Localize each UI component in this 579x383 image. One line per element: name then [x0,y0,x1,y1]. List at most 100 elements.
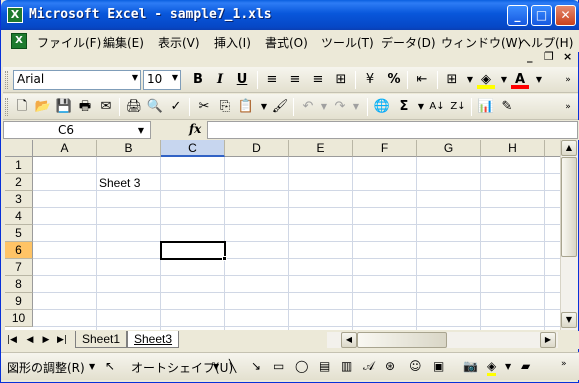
menu-help[interactable]: ヘルプ(H) [519,34,573,51]
name-box[interactable]: C6 ▼ [3,121,151,139]
first-sheet-icon[interactable]: |◀ [5,333,19,347]
scroll-down-icon[interactable]: ▼ [561,312,577,328]
line-icon[interactable]: ╲ [229,359,236,373]
email-icon[interactable]: ✉ [97,98,115,116]
column-header-a[interactable]: A [33,140,97,157]
save-icon[interactable]: 💾 [55,98,73,116]
title-bar[interactable]: X Microsoft Excel - sample7_1.xls _ □ ✕ [1,0,579,30]
format-painter-icon[interactable]: 🖌 [271,98,289,116]
bold-button[interactable]: B [189,71,207,89]
spelling-icon[interactable]: ✓ [167,98,185,116]
row-header-3[interactable]: 3 [5,191,33,208]
row-header-6[interactable]: 6 [5,242,33,259]
toolbar-grip[interactable] [5,71,8,89]
menu-window[interactable]: ウィンドウ(W) [441,34,522,51]
align-left-icon[interactable]: ≡ [263,71,281,89]
align-center-icon[interactable]: ≡ [286,71,304,89]
font-color-button[interactable]: A [511,71,529,89]
chevron-down-icon[interactable]: ▼ [89,362,95,371]
italic-button[interactable]: I [211,71,229,89]
text-box-icon[interactable]: ▤ [319,359,330,373]
menu-tools[interactable]: ツール(T) [321,34,374,51]
cut-icon[interactable]: ✂ [195,98,213,116]
last-sheet-icon[interactable]: ▶| [55,333,69,347]
menu-file[interactable]: ファイル(F) [37,34,101,51]
menu-edit[interactable]: 編集(E) [103,34,144,51]
row-header-9[interactable]: 9 [5,293,33,310]
vertical-scrollbar[interactable]: ▲ ▼ [560,140,578,330]
font-name-select[interactable]: Arial ▼ [13,70,141,90]
menu-data[interactable]: データ(D) [381,34,436,51]
toolbar-grip[interactable] [5,98,8,116]
wordart-icon[interactable]: 𝒜 [363,359,374,374]
drawing-icon[interactable]: ✎ [498,98,516,116]
currency-icon[interactable]: ¥ [361,71,379,89]
mdi-minimize-button[interactable]: _ [527,50,533,63]
menu-insert[interactable]: 挿入(I) [214,34,251,51]
3d-style-icon[interactable]: ▰ [521,359,530,373]
row-header-1[interactable]: 1 [5,157,33,174]
print-preview-icon[interactable]: 🔍 [146,98,164,116]
column-header-d[interactable]: D [225,140,289,157]
toolbar-options-icon[interactable]: » [559,71,577,89]
sheet-tab-sheet3[interactable]: Sheet3 [127,331,180,348]
column-header-c[interactable]: C [161,140,225,157]
diagram-icon[interactable]: ⊛ [385,359,395,373]
select-objects-icon[interactable]: ↖ [105,359,115,373]
merge-center-icon[interactable]: ⊞ [332,71,350,89]
align-right-icon[interactable]: ≡ [309,71,327,89]
formula-input[interactable] [207,121,578,139]
chevron-down-icon[interactable]: ▼ [347,98,365,116]
fill-color-icon[interactable]: ◈ [487,359,497,376]
row-header-7[interactable]: 7 [5,259,33,276]
font-size-select[interactable]: 10 ▼ [143,70,181,90]
row-header-4[interactable]: 4 [5,208,33,225]
scroll-up-icon[interactable]: ▲ [561,140,577,156]
row-header-10[interactable]: 10 [5,310,33,327]
sort-ascending-icon[interactable]: A↓ [428,98,446,116]
fill-handle[interactable] [222,256,227,261]
camera-icon[interactable]: 📷 [463,359,478,373]
vertical-text-box-icon[interactable]: ▥ [341,359,352,373]
excel-app-icon[interactable]: X [7,7,23,23]
fill-color-icon[interactable]: ◈ [477,71,495,89]
insert-function-icon[interactable]: fx [189,122,201,136]
autosum-icon[interactable]: Σ [395,98,413,116]
toolbar-options-icon[interactable]: » [559,98,577,116]
column-header-b[interactable]: B [97,140,161,157]
rectangle-icon[interactable]: ▭ [273,359,284,373]
draw-adjust-menu[interactable]: 図形の調整(R) [7,359,85,376]
row-header-5[interactable]: 5 [5,225,33,242]
sheet-tab-sheet1[interactable]: Sheet1 [75,331,128,348]
copy-icon[interactable]: ⎘ [216,98,234,116]
column-header-h[interactable]: H [481,140,545,157]
prev-sheet-icon[interactable]: ◀ [23,333,37,347]
row-header-2[interactable]: 2 [5,174,33,191]
arrow-icon[interactable]: ↘ [251,359,261,373]
column-header-f[interactable]: F [353,140,417,157]
sort-descending-icon[interactable]: Z↓ [449,98,467,116]
new-document-icon[interactable]: 🗋 [13,98,31,116]
menu-view[interactable]: 表示(V) [158,34,200,51]
print-icon[interactable]: 🖨 [125,98,143,116]
chevron-down-icon[interactable]: ▼ [138,123,144,139]
percent-button[interactable]: % [385,71,403,89]
paste-icon[interactable]: 📋 [237,98,255,116]
scroll-right-icon[interactable]: ▶ [540,332,556,348]
chart-wizard-icon[interactable]: 📊 [477,98,495,116]
close-button[interactable]: ✕ [555,5,576,26]
select-all-button[interactable] [5,140,33,157]
workbook-icon[interactable]: X [11,33,27,49]
column-header-i[interactable] [545,140,560,157]
active-cell-c6[interactable] [160,241,226,260]
next-sheet-icon[interactable]: ▶ [39,333,53,347]
vertical-scroll-thumb[interactable] [561,157,577,257]
hyperlink-icon[interactable]: 🌐 [373,98,391,116]
indent-icon[interactable]: ⇤ [413,71,431,89]
mdi-close-button[interactable]: × [563,50,572,63]
picture-icon[interactable]: ▣ [433,359,444,373]
toolbar-options-icon[interactable]: » [561,359,567,369]
horizontal-scroll-thumb[interactable] [357,332,447,348]
clip-art-icon[interactable]: ☺ [409,359,422,373]
column-header-g[interactable]: G [417,140,481,157]
